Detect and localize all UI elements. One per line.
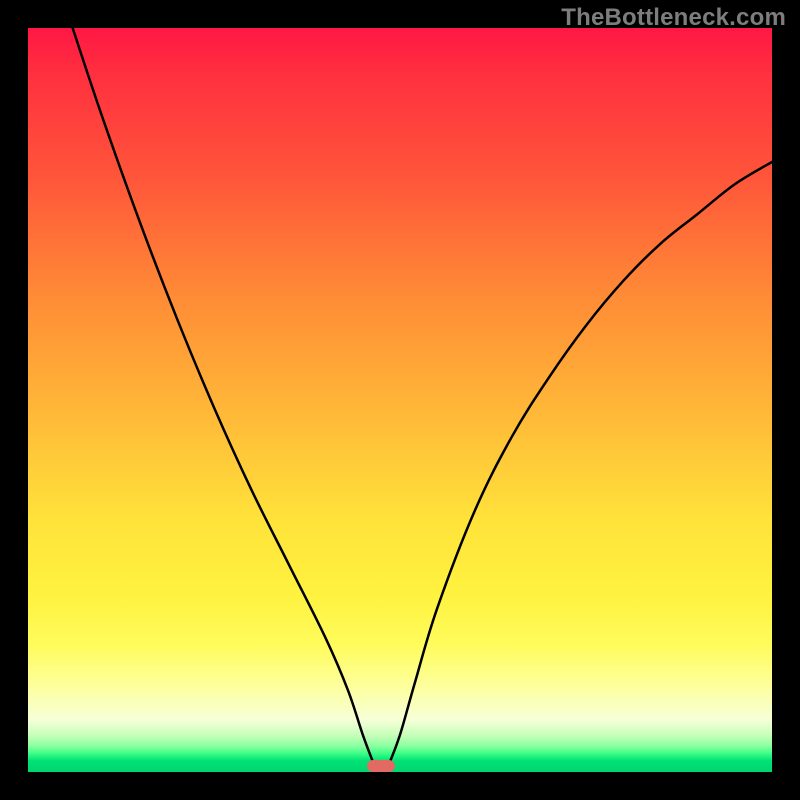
curve-right-branch (389, 162, 772, 765)
curve-left-branch (73, 28, 374, 765)
watermark-text: TheBottleneck.com (561, 4, 786, 32)
minimum-marker (367, 760, 395, 772)
bottleneck-curve (28, 28, 772, 772)
plot-area (28, 28, 772, 772)
